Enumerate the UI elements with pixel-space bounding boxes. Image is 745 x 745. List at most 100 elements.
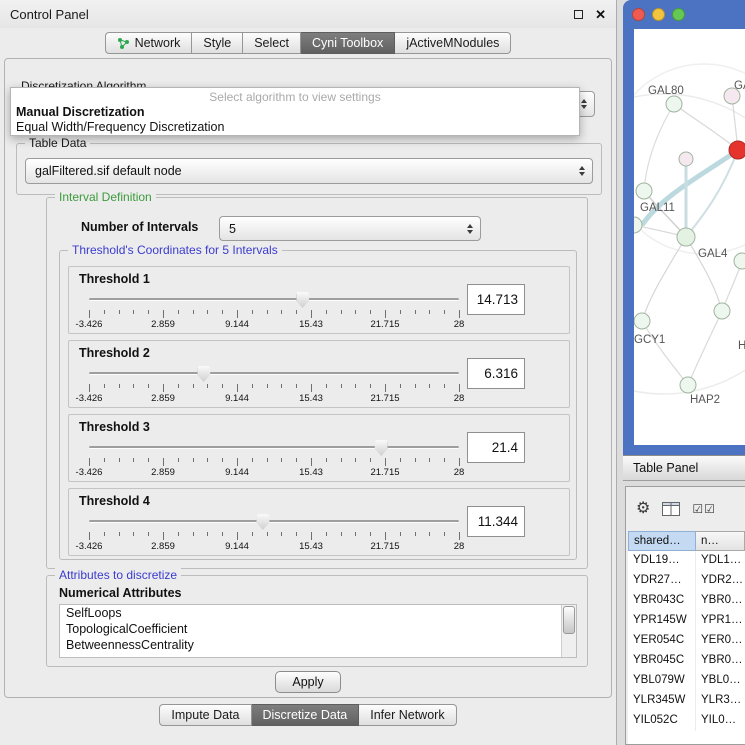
tab-label: Style — [203, 36, 231, 50]
window-controls: ✕ — [574, 8, 606, 21]
slider-scale-label: 2.859 — [151, 319, 175, 330]
table-cell: YBL0… — [696, 671, 745, 691]
attributes-group-title: Attributes to discretize — [55, 568, 181, 582]
column-header[interactable]: shared… — [628, 531, 696, 551]
attribute-list-item[interactable]: TopologicalCoefficient — [60, 621, 576, 637]
tab-select[interactable]: Select — [243, 32, 301, 54]
network-node[interactable] — [666, 96, 682, 112]
slider-scale-label: 28 — [454, 393, 465, 404]
tab-cyni-toolbox[interactable]: Cyni Toolbox — [301, 32, 395, 54]
slider-track[interactable] — [89, 372, 459, 375]
top-tab-bar: Network Style Select Cyni Toolbox jActiveMNo… — [0, 32, 616, 54]
table-cell: YDR27… — [628, 571, 696, 591]
slider-scale-label: -3.426 — [76, 319, 103, 330]
threshold-label: Threshold 3 — [79, 420, 150, 434]
table-row[interactable]: YLR345WYLR3… — [628, 691, 745, 711]
table-row[interactable]: YER054CYER0… — [628, 631, 745, 651]
checkbox-icons[interactable]: ☑☑ — [692, 502, 716, 516]
algorithm-option[interactable]: Equal Width/Frequency Discretization — [11, 120, 579, 135]
threshold-panel: Threshold 4-3.4262.8599.14415.4321.71528… — [68, 488, 570, 556]
control-panel-window: Control Panel ✕ Network Style Select Cyni T… — [0, 0, 617, 745]
minimize-traffic-light-icon[interactable] — [652, 8, 665, 21]
slider-track[interactable] — [89, 298, 459, 301]
threshold-slider[interactable] — [89, 514, 459, 530]
threshold-slider[interactable] — [89, 292, 459, 308]
tab-network[interactable]: Network — [105, 32, 193, 54]
node-label: GAL80 — [648, 85, 684, 97]
table-row[interactable]: YDR27…YDR2… — [628, 571, 745, 591]
tab-jactivemnodules[interactable]: jActiveMNodules — [395, 32, 511, 54]
slider-scale: -3.4262.8599.14415.4321.71528 — [89, 467, 459, 478]
network-node[interactable] — [677, 228, 695, 246]
attribute-list-item[interactable]: SelfLoops — [60, 605, 576, 621]
threshold-slider[interactable] — [89, 440, 459, 456]
scrollbar-thumb[interactable] — [563, 606, 575, 634]
table-cell: YDL1… — [696, 551, 745, 571]
tab-label: Cyni Toolbox — [312, 36, 383, 50]
network-node[interactable] — [636, 183, 652, 199]
table-cell: YPR145W — [628, 611, 696, 631]
slider-track[interactable] — [89, 520, 459, 523]
number-of-intervals-label: Number of Intervals — [81, 220, 198, 234]
slider-ticks — [89, 310, 459, 319]
network-node[interactable] — [714, 303, 730, 319]
attributes-scrollbar[interactable] — [561, 605, 576, 657]
network-node[interactable] — [679, 152, 693, 166]
attribute-list-item[interactable]: BetweennessCentrality — [60, 637, 576, 653]
table-row[interactable]: YPR145WYPR1… — [628, 611, 745, 631]
float-window-icon[interactable] — [574, 10, 583, 19]
table-toolbar: ⚙ ☑☑ — [626, 487, 745, 531]
node-label: HAP2 — [690, 394, 720, 406]
slider-scale-label: 9.144 — [225, 541, 249, 552]
slider-track[interactable] — [89, 446, 459, 449]
slider-ticks — [89, 532, 459, 541]
table-row[interactable]: YBR045CYBR0… — [628, 651, 745, 671]
table-cell: YER0… — [696, 631, 745, 651]
numerical-attributes-label: Numerical Attributes — [59, 586, 181, 600]
tab-infer-network[interactable]: Infer Network — [359, 704, 456, 726]
table-data-combobox[interactable]: galFiltered.sif default node — [25, 158, 593, 184]
column-header[interactable]: n… — [696, 531, 745, 551]
slider-thumb-icon[interactable] — [197, 366, 210, 382]
window-title: Control Panel — [10, 7, 89, 22]
threshold-value-field[interactable]: 14.713 — [467, 284, 525, 315]
slider-thumb-icon[interactable] — [296, 292, 309, 308]
zoom-traffic-light-icon[interactable] — [672, 8, 685, 21]
threshold-value-field[interactable]: 6.316 — [467, 358, 525, 389]
table-cell: YLR3… — [696, 691, 745, 711]
slider-scale-label: 21.715 — [370, 393, 399, 404]
table-row[interactable]: YDL19…YDL1… — [628, 551, 745, 571]
network-node[interactable] — [729, 141, 745, 159]
columns-icon[interactable] — [662, 502, 680, 516]
slider-thumb-icon[interactable] — [375, 440, 388, 456]
table-cell: YBR045C — [628, 651, 696, 671]
slider-scale: -3.4262.8599.14415.4321.71528 — [89, 319, 459, 330]
slider-thumb-icon[interactable] — [256, 514, 269, 530]
table-row[interactable]: YIL052CYIL0… — [628, 711, 745, 731]
slider-ticks — [89, 458, 459, 467]
table-row[interactable]: YBL079WYBL0… — [628, 671, 745, 691]
table-row[interactable]: YBR043CYBR0… — [628, 591, 745, 611]
close-icon[interactable]: ✕ — [595, 8, 606, 21]
slider-scale-label: 9.144 — [225, 393, 249, 404]
number-of-intervals-combobox[interactable]: 5 — [219, 216, 481, 241]
algorithm-option[interactable]: Manual Discretization — [11, 105, 579, 120]
threshold-slider[interactable] — [89, 366, 459, 382]
tab-impute-data[interactable]: Impute Data — [159, 704, 251, 726]
slider-scale-label: 15.43 — [299, 319, 323, 330]
table-cell: YER054C — [628, 631, 696, 651]
network-view-window: GAL80GAGAL11GAL4GCY1HHAP2 — [623, 0, 745, 455]
threshold-value-field[interactable]: 21.4 — [467, 432, 525, 463]
apply-button[interactable]: Apply — [275, 671, 341, 693]
network-node[interactable] — [734, 253, 745, 269]
close-traffic-light-icon[interactable] — [632, 8, 645, 21]
threshold-value-field[interactable]: 11.344 — [467, 506, 525, 537]
tab-discretize-data[interactable]: Discretize Data — [252, 704, 360, 726]
network-node[interactable] — [680, 377, 696, 393]
network-node[interactable] — [634, 313, 650, 329]
tab-style[interactable]: Style — [192, 32, 243, 54]
gear-icon[interactable]: ⚙ — [636, 501, 650, 517]
table-header-row: shared…n… — [628, 531, 745, 551]
network-canvas[interactable]: GAL80GAGAL11GAL4GCY1HHAP2 — [634, 29, 745, 445]
slider-scale-label: 2.859 — [151, 393, 175, 404]
